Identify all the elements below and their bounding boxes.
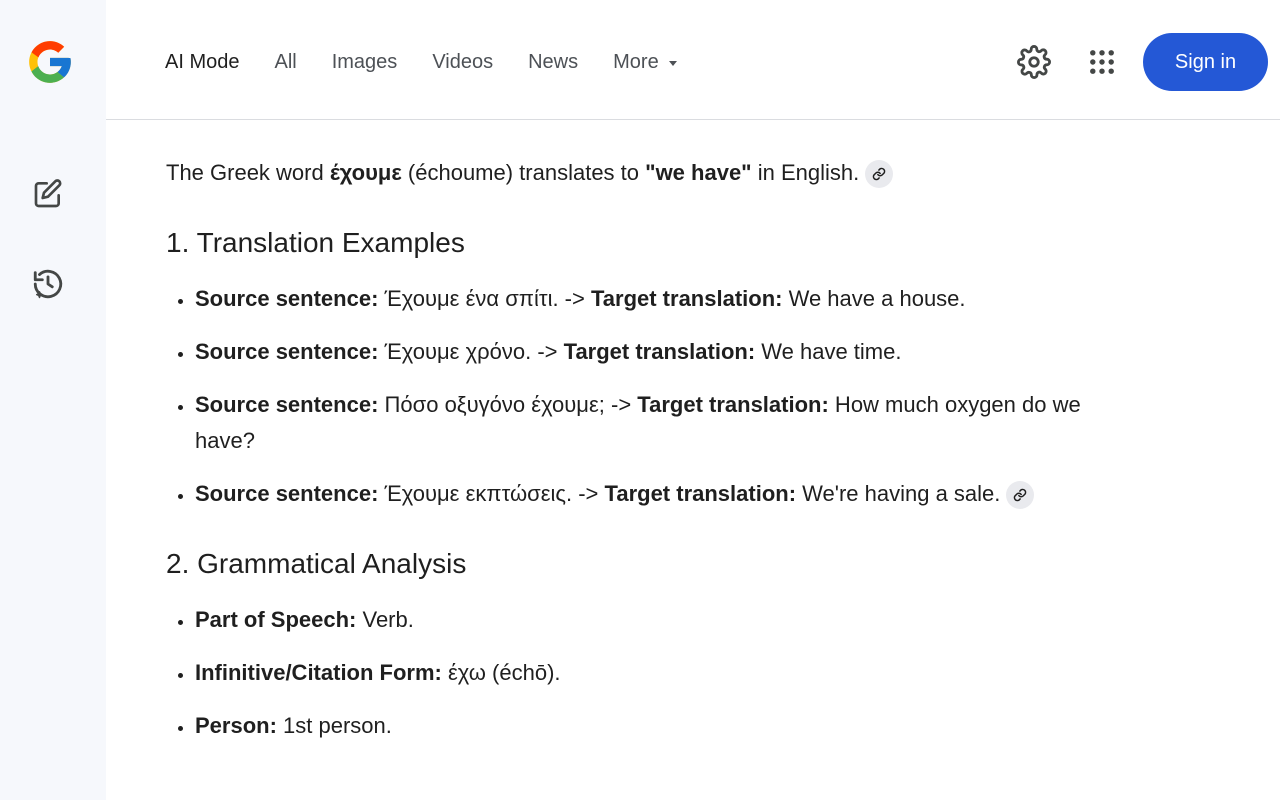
source-link-button[interactable] [865,160,894,189]
item-value: Έχουμε εκπτώσεις. -> [378,481,605,506]
intro-paragraph: The Greek word έχουμε (échoume) translat… [166,155,1136,191]
list-item: Source sentence: Έχουμε ένα σπίτι. -> Ta… [195,281,1136,317]
grammar-list: Part of Speech: Verb. Infinitive/Citatio… [166,602,1136,744]
item-value: We have time. [755,339,902,364]
list-item: Source sentence: Έχουμε χρόνο. -> Target… [195,334,1136,370]
tab-ai-mode[interactable]: AI Mode [165,48,239,76]
greek-word: έχουμε [329,160,402,185]
top-bar: AI Mode All Images Videos News More Sign… [106,0,1280,120]
search-nav-tabs: AI Mode All Images Videos News More [165,48,712,76]
item-value: Έχουμε χρόνο. -> [378,339,564,364]
sidebar [0,0,106,800]
list-item: Person: 1st person. [195,708,1136,744]
tab-images[interactable]: Images [332,48,398,76]
item-value: Verb. [356,607,414,632]
item-value: Πόσο οξυγόνο έχουμε; -> [378,392,638,417]
tab-label: More [613,51,659,73]
item-label: Target translation: [637,392,829,417]
section-heading-grammatical-analysis: 2. Grammatical Analysis [166,548,467,579]
intro-text: in English. [751,160,860,185]
google-logo[interactable] [25,37,75,87]
item-value: We have a house. [782,286,966,311]
item-label: Infinitive/Citation Form: [195,660,442,685]
item-value: We're having a sale. [796,481,1001,506]
link-icon [872,167,886,181]
item-label: Source sentence: [195,392,379,417]
item-label: Target translation: [604,481,797,506]
translation-examples-list: Source sentence: Έχουμε ένα σπίτι. -> Ta… [166,281,1136,512]
history-icon [33,269,63,299]
link-icon [1014,488,1027,502]
item-label: Person: [195,713,277,738]
item-label: Source sentence: [195,286,379,311]
apps-button[interactable] [1082,42,1122,82]
caret-down-icon [668,60,677,66]
tab-news[interactable]: News [528,48,578,76]
ai-answer: The Greek word έχουμε (échoume) translat… [166,150,1136,761]
history-button[interactable] [28,264,68,304]
item-label: Target translation: [563,339,756,364]
tab-label: News [528,51,579,73]
list-item: Infinitive/Citation Form: έχω (échō). [195,655,1136,691]
item-label: Source sentence: [195,339,379,364]
gear-icon [1017,45,1051,79]
edit-icon [34,179,62,208]
tab-label: Videos [432,51,494,73]
tab-label: All [274,51,297,73]
new-chat-button[interactable] [28,174,68,214]
item-label: Source sentence: [195,481,379,506]
item-value: έχω (échō). [441,660,561,685]
tab-videos[interactable]: Videos [432,48,493,76]
list-item: Source sentence: Πόσο οξυγόνο έχουμε; ->… [195,387,1136,459]
list-item: Source sentence: Έχουμε εκπτώσεις. -> Ta… [195,476,1136,512]
item-value: 1st person. [276,713,392,738]
tab-label: AI Mode [165,51,240,73]
item-label: Part of Speech: [195,607,357,632]
meaning: "we have" [645,160,752,185]
tab-all[interactable]: All [274,48,296,76]
apps-grid-icon [1090,50,1114,74]
intro-text: (échoume) translates to [401,160,646,185]
list-item: Part of Speech: Verb. [195,602,1136,638]
section-heading-translation-examples: 1. Translation Examples [166,227,465,258]
tab-label: Images [331,51,398,73]
settings-button[interactable] [1014,42,1054,82]
item-label: Target translation: [590,286,783,311]
sign-in-button[interactable]: Sign in [1143,33,1268,91]
source-link-button[interactable] [1006,481,1035,510]
item-value: Έχουμε ένα σπίτι. -> [378,286,591,311]
tab-more[interactable]: More [613,48,677,76]
intro-text: The Greek word [166,160,330,185]
